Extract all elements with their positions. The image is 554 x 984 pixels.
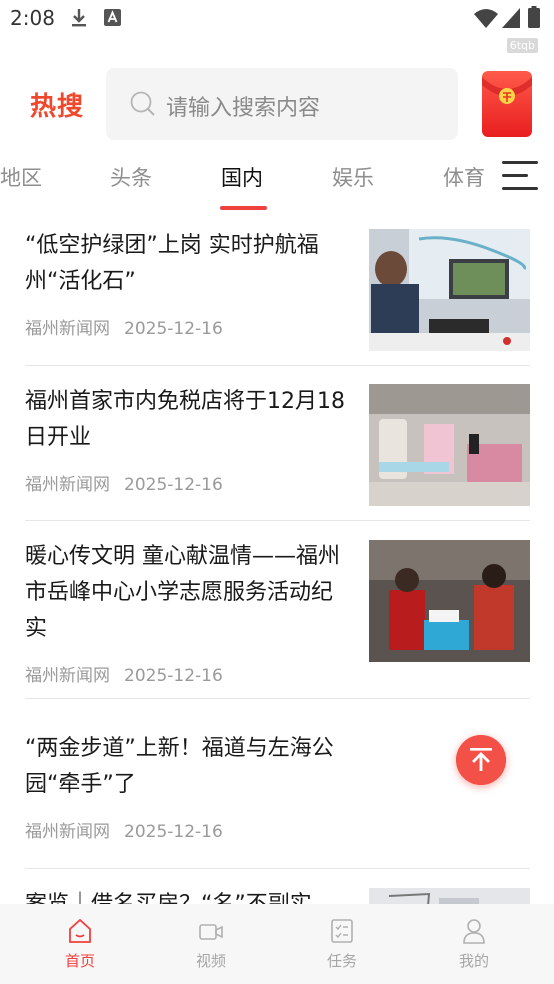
news-title: 暖心传文明 童心献温情——福州市岳峰中心小学志愿服务活动纪实	[25, 544, 340, 641]
tab-entertainment[interactable]: 娱乐	[332, 162, 374, 192]
signal-icon	[502, 8, 520, 28]
tab-region[interactable]: 地区	[0, 162, 42, 192]
news-date: 2025-12-16	[124, 319, 223, 339]
task-icon	[331, 919, 353, 943]
news-title: 福州首家市内免税店将于12月18日开业	[25, 389, 345, 450]
status-time: 2:08	[10, 6, 55, 30]
news-meta: 福州新闻网 2025-12-16	[25, 817, 223, 842]
tab-sports[interactable]: 体育	[443, 162, 485, 192]
bottom-navigation: 首页 视频 任务 我的	[0, 904, 554, 984]
nav-task[interactable]: 任务	[302, 904, 382, 984]
news-source: 福州新闻网	[25, 319, 110, 339]
news-meta: 福州新闻网 2025-12-16	[25, 661, 223, 686]
nav-profile-label: 我的	[458, 952, 489, 970]
nav-home[interactable]: 首页	[40, 904, 120, 984]
news-date: 2025-12-16	[124, 822, 223, 842]
news-title: “两金步道”上新！福道与左海公园“牵手”了	[25, 736, 334, 797]
news-thumbnail	[369, 540, 530, 662]
news-source: 福州新闻网	[25, 475, 110, 495]
news-title: “低空护绿团”上岗 实时护航福州“活化石”	[25, 233, 319, 294]
news-meta: 福州新闻网 2025-12-16	[25, 314, 223, 339]
home-icon	[69, 918, 91, 943]
news-date: 2025-12-16	[124, 666, 223, 686]
tab-headline[interactable]: 头条	[110, 162, 152, 192]
nav-home-label: 首页	[64, 952, 95, 970]
profile-icon	[463, 919, 485, 944]
download-icon	[72, 9, 86, 27]
news-source: 福州新闻网	[25, 666, 110, 686]
nav-video-label: 视频	[195, 952, 226, 970]
app-logo: 热搜	[30, 92, 85, 122]
status-bar: 2:08	[0, 0, 554, 38]
watermark-label: 6tqb	[506, 38, 538, 53]
news-item[interactable]: “两金步道”上新！福道与左海公园“牵手”了 福州新闻网 2025-12-16	[25, 731, 530, 869]
menu-icon[interactable]	[500, 158, 540, 194]
search-icon	[130, 91, 155, 116]
tab-domestic[interactable]: 国内	[221, 162, 263, 192]
news-item[interactable]: “低空护绿团”上岗 实时护航福州“活化石” 福州新闻网 2025-12-16	[25, 228, 530, 366]
news-source: 福州新闻网	[25, 822, 110, 842]
search-input[interactable]: 请输入搜索内容	[106, 68, 458, 140]
news-meta: 福州新闻网 2025-12-16	[25, 470, 223, 495]
nav-task-label: 任务	[326, 952, 357, 970]
news-thumbnail	[369, 384, 530, 506]
news-thumbnail	[369, 229, 530, 351]
back-to-top-button[interactable]	[456, 735, 506, 785]
nav-profile[interactable]: 我的	[434, 904, 514, 984]
nav-video[interactable]: 视频	[171, 904, 251, 984]
category-tabs: 地区 头条 国内 娱乐 体育	[0, 150, 554, 214]
active-tab-indicator	[220, 206, 267, 210]
news-date: 2025-12-16	[124, 475, 223, 495]
news-item[interactable]: 福州首家市内免税店将于12月18日开业 福州新闻网 2025-12-16	[25, 384, 530, 521]
red-packet-icon[interactable]	[482, 71, 532, 137]
battery-icon	[528, 6, 540, 28]
wifi-icon	[474, 9, 498, 28]
video-icon	[199, 924, 223, 940]
a-icon	[104, 9, 121, 26]
news-item[interactable]: 暖心传文明 童心献温情——福州市岳峰中心小学志愿服务活动纪实 福州新闻网 2025…	[25, 539, 530, 699]
search-placeholder: 请输入搜索内容	[166, 96, 321, 121]
